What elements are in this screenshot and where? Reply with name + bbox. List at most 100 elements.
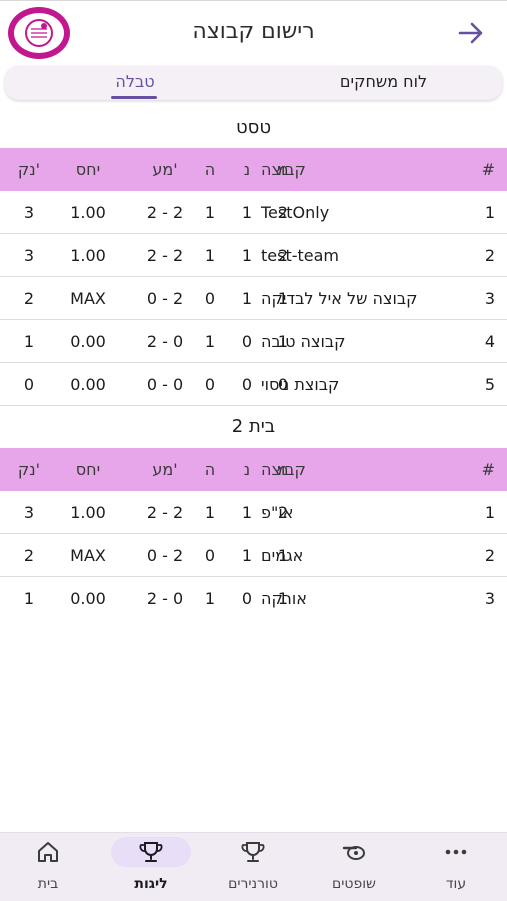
more-icon xyxy=(444,841,468,863)
nav-label: ליגות xyxy=(134,876,168,892)
nav-leagues[interactable]: ליגות xyxy=(106,833,196,901)
row-losses: 0 xyxy=(204,288,216,308)
trophy-icon xyxy=(241,841,265,863)
row-losses: 0 xyxy=(204,545,216,565)
col-goals: מע' xyxy=(152,160,178,179)
row-wins: 0 xyxy=(241,588,253,608)
nav-home[interactable]: בית xyxy=(3,833,93,901)
row-goals: 0 - 0 xyxy=(146,374,184,394)
row-points: 0 xyxy=(23,374,35,394)
table-row[interactable]: 2 אגמים 1 1 0 0 - 2 MAX 2 xyxy=(0,534,507,577)
row-points: 2 xyxy=(23,288,35,308)
row-goals: 2 - 0 xyxy=(146,588,184,608)
row-points: 3 xyxy=(23,202,35,222)
col-played: מ xyxy=(277,160,289,179)
row-rank: 1 xyxy=(484,202,495,222)
row-losses: 1 xyxy=(204,331,216,351)
row-goals: 0 - 2 xyxy=(146,545,184,565)
row-ratio: MAX xyxy=(70,288,106,308)
row-rank: 2 xyxy=(484,545,495,565)
row-goals: 2 - 2 xyxy=(146,502,184,522)
row-wins: 1 xyxy=(241,545,253,565)
nav-label: עוד xyxy=(445,876,467,892)
group-title: טסט xyxy=(235,117,272,138)
tab-schedule[interactable]: לוח משחקים xyxy=(265,66,502,100)
row-rank: 3 xyxy=(484,288,495,308)
table-header: # קבוצה מ נ ה מע' יחס נק' xyxy=(0,448,507,491)
row-points: 3 xyxy=(23,502,35,522)
row-played: 1 xyxy=(277,545,289,565)
row-rank: 1 xyxy=(484,502,495,522)
page-title: רישום קבוצה xyxy=(192,19,315,44)
row-played: 2 xyxy=(277,502,289,522)
active-tab-indicator xyxy=(111,96,157,99)
row-goals: 2 - 2 xyxy=(146,245,184,265)
home-icon xyxy=(36,841,60,863)
table-header: # קבוצה מ נ ה מע' יחס נק' xyxy=(0,148,507,191)
row-ratio: 1.00 xyxy=(70,245,106,265)
nav-tournaments[interactable]: טורנירים xyxy=(208,833,298,901)
col-played: מ xyxy=(277,460,289,479)
table-row[interactable]: 1 או"פ 2 1 1 2 - 2 1.00 3 xyxy=(0,491,507,534)
col-losses: ה xyxy=(204,160,216,179)
table-row[interactable]: 3 קבוצה של איל לבדיקה 1 1 0 0 - 2 MAX 2 xyxy=(0,277,507,320)
col-rank: # xyxy=(481,160,495,179)
col-wins: נ xyxy=(243,460,251,479)
table-row[interactable]: 2 test-team 2 1 1 2 - 2 1.00 3 xyxy=(0,234,507,277)
nav-more[interactable]: עוד xyxy=(411,833,501,901)
col-goals: מע' xyxy=(152,460,178,479)
row-ratio: MAX xyxy=(70,545,106,565)
table-row[interactable]: 4 קבוצה טובה 1 0 1 2 - 0 0.00 1 xyxy=(0,320,507,363)
row-played: 1 xyxy=(277,588,289,608)
row-ratio: 0.00 xyxy=(70,374,106,394)
app-header: רישום קבוצה xyxy=(0,0,507,64)
table-row[interactable]: 3 אורקה 1 0 1 2 - 0 0.00 1 xyxy=(0,577,507,619)
row-points: 1 xyxy=(23,588,35,608)
col-wins: נ xyxy=(243,160,251,179)
row-rank: 2 xyxy=(484,245,495,265)
row-wins: 0 xyxy=(241,331,253,351)
row-played: 1 xyxy=(277,331,289,351)
table-row[interactable]: 5 קבוצת ניסוי 0 0 0 0 - 0 0.00 0 xyxy=(0,363,507,406)
tab-standings[interactable]: טבלה xyxy=(5,66,265,100)
col-ratio: יחס xyxy=(75,160,101,179)
row-rank: 4 xyxy=(484,331,495,351)
row-losses: 1 xyxy=(204,502,216,522)
col-ratio: יחס xyxy=(75,460,101,479)
row-goals: 2 - 2 xyxy=(146,202,184,222)
row-points: 2 xyxy=(23,545,35,565)
nav-label: טורנירים xyxy=(228,876,278,892)
row-rank: 3 xyxy=(484,588,495,608)
col-points: נק' xyxy=(17,460,41,479)
row-played: 2 xyxy=(277,202,289,222)
row-losses: 1 xyxy=(204,202,216,222)
row-wins: 1 xyxy=(241,288,253,308)
row-wins: 1 xyxy=(241,502,253,522)
nav-label: בית xyxy=(37,876,59,892)
row-played: 1 xyxy=(277,288,289,308)
row-wins: 1 xyxy=(241,245,253,265)
row-goals: 0 - 2 xyxy=(146,288,184,308)
row-goals: 2 - 0 xyxy=(146,331,184,351)
row-ratio: 1.00 xyxy=(70,502,106,522)
row-played: 2 xyxy=(277,245,289,265)
row-points: 1 xyxy=(23,331,35,351)
row-ratio: 0.00 xyxy=(70,588,106,608)
nav-referees[interactable]: שופטים xyxy=(309,833,399,901)
row-played: 0 xyxy=(277,374,289,394)
nav-label: שופטים xyxy=(332,876,376,892)
row-losses: 1 xyxy=(204,245,216,265)
back-arrow-icon[interactable] xyxy=(456,19,486,47)
row-rank: 5 xyxy=(484,374,495,394)
trophy-icon xyxy=(139,841,163,863)
row-losses: 0 xyxy=(204,374,216,394)
row-ratio: 0.00 xyxy=(70,331,106,351)
row-wins: 1 xyxy=(241,202,253,222)
col-rank: # xyxy=(481,460,495,479)
col-points: נק' xyxy=(17,160,41,179)
row-wins: 0 xyxy=(241,374,253,394)
col-losses: ה xyxy=(204,460,216,479)
tab-bar: לוח משחקים טבלה xyxy=(5,66,502,100)
row-points: 3 xyxy=(23,245,35,265)
table-row[interactable]: 1 TestOnly 2 1 1 2 - 2 1.00 3 xyxy=(0,191,507,234)
